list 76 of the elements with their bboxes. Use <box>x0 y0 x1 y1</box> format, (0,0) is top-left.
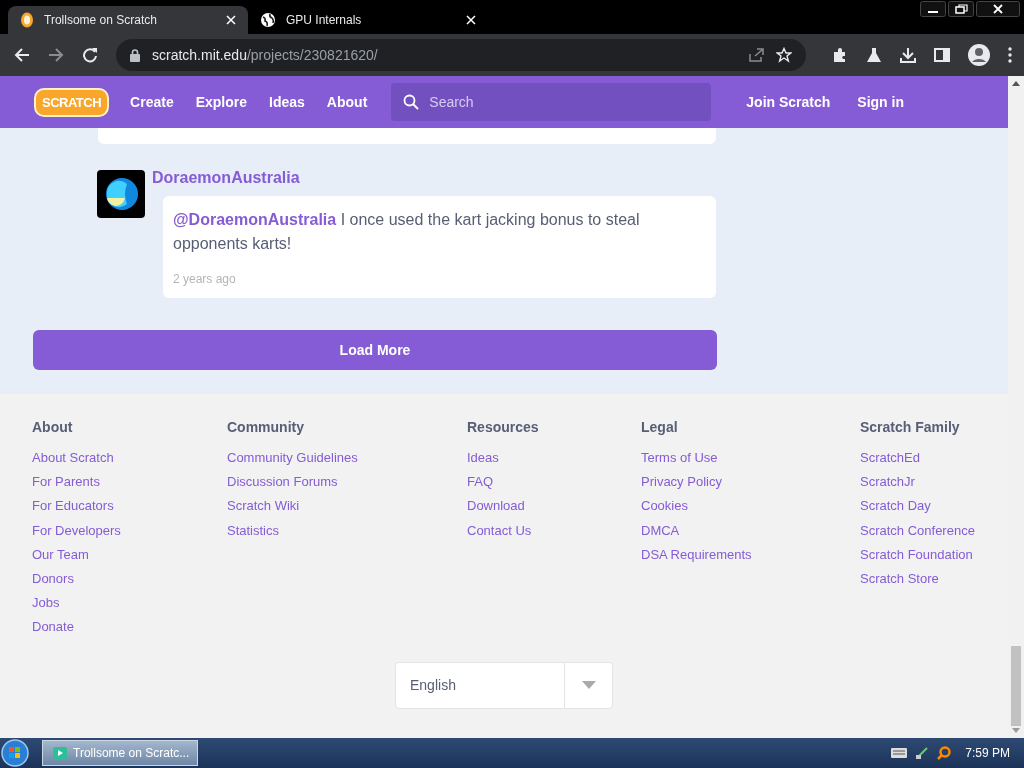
load-more-button[interactable]: Load More <box>33 330 717 370</box>
footer-link[interactable]: Cookies <box>641 494 688 519</box>
taskbar-window[interactable]: Trollsome on Scratc... <box>42 740 198 766</box>
avatar-icon[interactable] <box>968 44 990 66</box>
footer-link[interactable]: DSA Requirements <box>641 542 752 567</box>
footer-link[interactable]: Scratch Foundation <box>860 542 973 567</box>
menu-icon[interactable] <box>1008 47 1012 63</box>
footer-link[interactable]: Download <box>467 494 525 519</box>
taskbar-clock: 7:59 PM <box>965 746 1010 760</box>
search-field[interactable]: Search <box>391 83 712 121</box>
footer-heading: Community <box>227 419 304 435</box>
footer-link[interactable]: For Parents <box>32 470 100 495</box>
nav-link[interactable]: Create <box>119 94 185 110</box>
magnifier-icon[interactable] <box>937 746 952 760</box>
side-panel-icon[interactable] <box>934 47 950 63</box>
browser-tab[interactable]: GPU Internals <box>248 6 488 34</box>
footer-link[interactable]: Our Team <box>32 542 89 567</box>
browser-tab[interactable]: Trollsome on Scratch <box>8 6 248 34</box>
nav-link[interactable]: Sign in <box>845 94 919 110</box>
address-bar[interactable]: scratch.mit.edu/projects/230821620/ <box>116 39 806 71</box>
footer-link[interactable]: For Educators <box>32 494 114 519</box>
footer-link[interactable]: For Developers <box>32 518 121 543</box>
scroll-thumb[interactable] <box>1011 646 1021 726</box>
username-link[interactable]: DoraemonAustralia <box>152 169 300 187</box>
restore-icon[interactable] <box>948 1 974 17</box>
footer-link[interactable]: Ideas <box>467 446 499 471</box>
flask-icon[interactable] <box>866 47 882 63</box>
nav-link[interactable]: Explore <box>184 94 259 110</box>
mention-link[interactable]: @DoraemonAustralia <box>173 211 337 228</box>
footer-link[interactable]: Scratch Store <box>860 567 939 592</box>
window-icon <box>53 747 67 759</box>
footer-heading: About <box>32 419 73 435</box>
footer-link[interactable]: Contact Us <box>467 518 532 543</box>
star-icon[interactable] <box>776 47 792 63</box>
footer-link[interactable]: Donate <box>32 615 74 640</box>
forward-icon[interactable] <box>48 47 64 63</box>
scrollbar[interactable] <box>1008 76 1024 738</box>
keyboard-icon[interactable] <box>891 748 908 758</box>
download-icon[interactable] <box>900 47 916 63</box>
footer-link[interactable]: ScratchEd <box>860 446 920 471</box>
comment-time: 2 years ago <box>173 272 237 286</box>
language-select[interactable]: English <box>395 661 613 709</box>
network-icon[interactable] <box>915 746 930 760</box>
footer-link[interactable]: Donors <box>32 567 74 592</box>
share-icon[interactable] <box>748 47 764 63</box>
footer-link[interactable]: Scratch Wiki <box>227 494 300 519</box>
nav-link[interactable]: Join Scratch <box>734 94 846 110</box>
close-icon[interactable] <box>976 1 1020 17</box>
url-text: scratch.mit.edu/projects/230821620/ <box>152 47 378 63</box>
footer-link[interactable]: Discussion Forums <box>227 470 338 495</box>
footer-link[interactable]: Privacy Policy <box>641 470 722 495</box>
footer-link[interactable]: DMCA <box>641 518 680 543</box>
footer-link[interactable]: Scratch Day <box>860 494 931 519</box>
reload-icon[interactable] <box>82 47 98 63</box>
footer-heading: Resources <box>467 419 539 435</box>
nav-link[interactable]: Ideas <box>258 94 316 110</box>
footer-link[interactable]: ScratchJr <box>860 470 915 495</box>
footer-heading: Legal <box>641 419 678 435</box>
footer-link[interactable]: Terms of Use <box>641 446 718 471</box>
footer-link[interactable]: Jobs <box>32 591 60 616</box>
footer-link[interactable]: FAQ <box>467 470 493 495</box>
footer-link[interactable]: Community Guidelines <box>227 446 358 471</box>
nav-link[interactable]: About <box>315 94 379 110</box>
minimize-icon[interactable] <box>920 1 946 17</box>
caret-icon <box>581 681 596 690</box>
scroll-up-icon[interactable] <box>1012 81 1020 86</box>
footer-link[interactable]: Statistics <box>227 518 279 543</box>
comment-text: @DoraemonAustralia I once used the kart jacking bonus to steal opponents karts! <box>173 210 641 254</box>
lock-icon <box>130 48 140 62</box>
puzzle-icon[interactable] <box>832 47 848 63</box>
start-icon[interactable] <box>0 738 30 768</box>
globe-icon <box>260 12 276 28</box>
footer-link[interactable]: About Scratch <box>32 446 114 471</box>
footer-heading: Scratch Family <box>860 419 960 435</box>
footer-link[interactable]: Scratch Conference <box>860 518 975 543</box>
back-icon[interactable] <box>14 47 30 63</box>
